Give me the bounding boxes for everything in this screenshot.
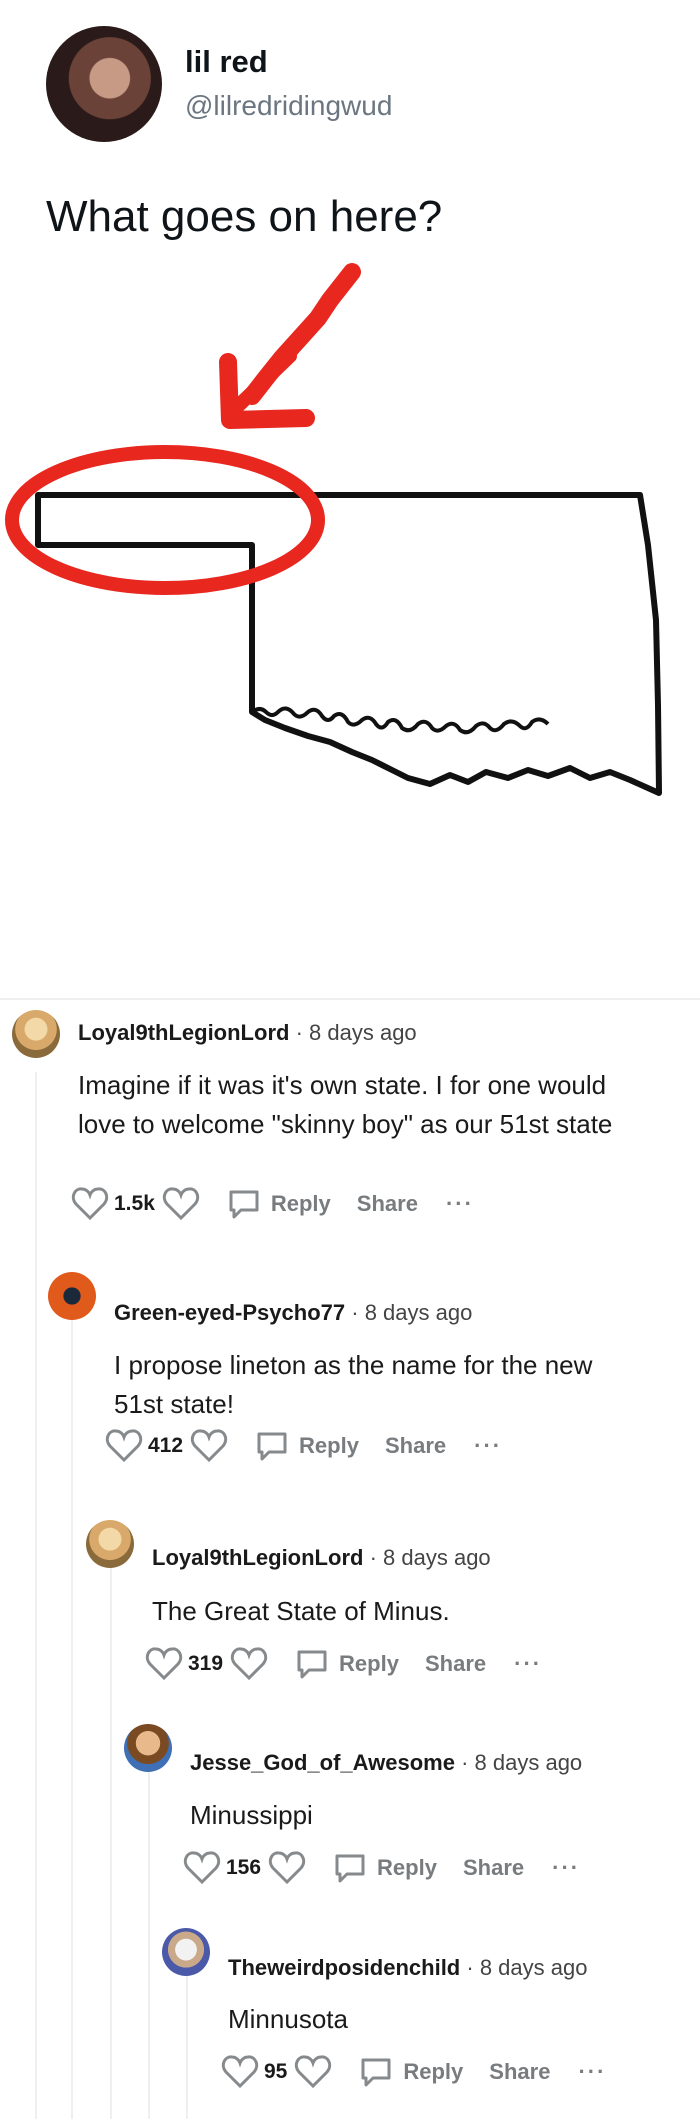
comment-username[interactable]: Jesse_God_of_Awesome xyxy=(190,1750,455,1775)
reply-icon[interactable] xyxy=(359,2056,393,2088)
thread-line[interactable] xyxy=(71,1300,73,2119)
more-options-button[interactable]: ··· xyxy=(578,2059,606,2085)
comment-age: 8 days ago xyxy=(479,1955,588,1980)
more-options-button[interactable]: ··· xyxy=(474,1433,502,1459)
thread-line[interactable] xyxy=(186,1955,188,2119)
downvote-heart-icon[interactable] xyxy=(267,1848,307,1888)
reply-button[interactable]: Reply xyxy=(339,1651,399,1677)
comment-username[interactable]: Theweirdposidenchild xyxy=(228,1955,460,1980)
vote-score: 95 xyxy=(264,2060,288,2083)
upvote-heart-icon[interactable] xyxy=(70,1184,110,1224)
comment-body: Minussippi xyxy=(190,1800,313,1830)
author-avatar[interactable] xyxy=(46,26,162,142)
reply-button[interactable]: Reply xyxy=(403,2059,463,2085)
reply-icon[interactable] xyxy=(333,1852,367,1884)
vote-score: 1.5k xyxy=(114,1192,155,1215)
share-button[interactable]: Share xyxy=(385,1433,446,1459)
downvote-heart-icon[interactable] xyxy=(189,1426,229,1466)
comment-body: Minnusota xyxy=(228,2004,348,2034)
author-name[interactable]: lil red xyxy=(185,44,268,80)
more-options-button[interactable]: ··· xyxy=(552,1855,580,1881)
reply-icon[interactable] xyxy=(255,1430,289,1462)
comment-age: 8 days ago xyxy=(383,1545,491,1570)
comment-body: Imagine if it was it's own state. I for … xyxy=(78,1070,613,1139)
comment-actions: 95 Reply Share ··· xyxy=(220,2050,606,2094)
oklahoma-map-image xyxy=(5,263,662,796)
reply-button[interactable]: Reply xyxy=(271,1191,331,1217)
comment-actions: 1.5k Reply Share ··· xyxy=(70,1182,474,1226)
comment-actions: 412 Reply Share ··· xyxy=(104,1424,502,1468)
vote-score: 319 xyxy=(188,1652,224,1675)
comment-body: The Great State of Minus. xyxy=(152,1596,450,1626)
downvote-heart-icon[interactable] xyxy=(161,1184,201,1224)
red-circle-annotation xyxy=(5,445,325,595)
oklahoma-outline xyxy=(35,492,662,796)
comment-thread: Loyal9thLegionLord · 8 days ago Imagine … xyxy=(0,998,700,2119)
comment-age: 8 days ago xyxy=(474,1750,583,1775)
share-button[interactable]: Share xyxy=(425,1651,486,1677)
comment-meta: Theweirdposidenchild · 8 days ago xyxy=(228,1955,588,1980)
comment-actions: 319 Reply Share ··· xyxy=(144,1642,542,1686)
share-button[interactable]: Share xyxy=(357,1191,418,1217)
more-options-button[interactable]: ··· xyxy=(514,1651,542,1677)
author-handle[interactable]: @lilredridingwud xyxy=(185,90,392,122)
tweet-text: What goes on here? xyxy=(46,192,443,241)
comment-age: 8 days ago xyxy=(364,1300,473,1325)
tweet-card: lil red @lilredridingwud What goes on he… xyxy=(0,0,700,1000)
comment-meta: Green-eyed-Psycho77 · 8 days ago xyxy=(114,1300,473,1325)
comment-body: I propose lineton as the name for the ne… xyxy=(114,1350,593,1419)
comment-avatar[interactable] xyxy=(12,1010,60,1058)
upvote-heart-icon[interactable] xyxy=(144,1644,184,1684)
upvote-heart-icon[interactable] xyxy=(220,2052,260,2092)
upvote-heart-icon[interactable] xyxy=(104,1426,144,1466)
more-options-button[interactable]: ··· xyxy=(446,1191,474,1217)
comment-age: 8 days ago xyxy=(309,1020,417,1045)
reply-icon[interactable] xyxy=(295,1648,329,1680)
upvote-heart-icon[interactable] xyxy=(182,1848,222,1888)
comment-avatar[interactable] xyxy=(48,1272,96,1320)
comment-actions: 156 Reply Share ··· xyxy=(182,1846,580,1890)
downvote-heart-icon[interactable] xyxy=(293,2052,333,2092)
vote-score: 156 xyxy=(226,1856,262,1879)
thread-line[interactable] xyxy=(148,1750,150,2119)
reply-button[interactable]: Reply xyxy=(377,1855,437,1881)
thread-line[interactable] xyxy=(35,1072,37,2119)
comment-username[interactable]: Loyal9thLegionLord xyxy=(152,1545,363,1570)
comment-avatar[interactable] xyxy=(86,1520,134,1568)
vote-score: 412 xyxy=(148,1434,184,1457)
share-button[interactable]: Share xyxy=(463,1855,524,1881)
comment-username[interactable]: Loyal9thLegionLord xyxy=(78,1020,289,1045)
comment-avatar[interactable] xyxy=(124,1724,172,1772)
reply-button[interactable]: Reply xyxy=(299,1433,359,1459)
reply-icon[interactable] xyxy=(227,1188,261,1220)
comment-meta: Jesse_God_of_Awesome · 8 days ago xyxy=(190,1750,583,1775)
comment-meta: Loyal9thLegionLord · 8 days ago xyxy=(78,1020,417,1045)
comment-meta: Loyal9thLegionLord · 8 days ago xyxy=(152,1545,491,1570)
comment-username[interactable]: Green-eyed-Psycho77 xyxy=(114,1300,345,1325)
downvote-heart-icon[interactable] xyxy=(229,1644,269,1684)
share-button[interactable]: Share xyxy=(489,2059,550,2085)
thread-line[interactable] xyxy=(110,1545,112,2119)
comment-avatar[interactable] xyxy=(162,1928,210,1976)
